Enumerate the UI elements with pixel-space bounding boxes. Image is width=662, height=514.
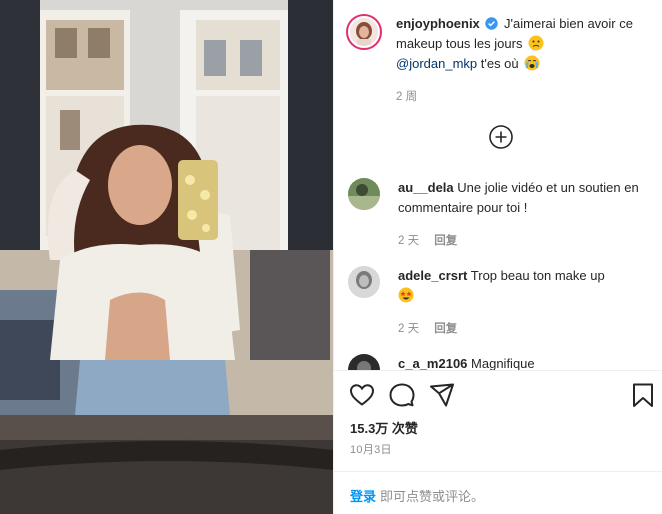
- login-bar: 登录 即可点赞或评论。: [334, 471, 662, 514]
- author-avatar[interactable]: [346, 14, 382, 50]
- comment-avatar-image: [348, 266, 380, 298]
- comment-item: au__dela Une jolie vidéo et un soutien e…: [348, 178, 653, 248]
- instagram-post: enjoyphoenix J'aimerai bien avoir ce mak…: [0, 0, 662, 514]
- comments-scroll[interactable]: enjoyphoenix J'aimerai bien avoir ce mak…: [334, 0, 662, 370]
- author-avatar-image: [350, 18, 378, 46]
- likes-count[interactable]: 15.3万 次赞: [350, 418, 418, 437]
- comment-username[interactable]: au__dela: [398, 180, 454, 195]
- verified-badge-icon: [485, 17, 499, 30]
- caption: enjoyphoenix J'aimerai bien avoir ce mak…: [346, 14, 653, 104]
- crying-face-emoji-icon: [524, 55, 540, 71]
- sad-face-emoji-icon: [528, 35, 544, 51]
- post-actions: 15.3万 次赞 10月3日 登录 即可点赞或评论。: [334, 370, 662, 510]
- login-prompt-text: 即可点赞或评论。: [380, 489, 485, 504]
- share-icon[interactable]: [428, 381, 456, 409]
- comment-avatar-image: [348, 354, 380, 370]
- comment-text: Trop beau ton make up: [470, 268, 605, 283]
- comment-meta: 2 天 回复: [398, 322, 605, 336]
- comment-meta: 2 天 回复: [398, 234, 653, 248]
- post-date: 10月3日: [350, 444, 392, 456]
- comment-icon[interactable]: [388, 381, 416, 409]
- login-link[interactable]: 登录: [350, 489, 376, 504]
- comment-username[interactable]: c_a_m2106: [398, 356, 467, 370]
- heart-icon[interactable]: [348, 381, 376, 409]
- comment-avatar[interactable]: [348, 178, 380, 210]
- comment-item: c_a_m2106 Magnifique: [348, 354, 653, 370]
- caption-time: 2 周: [396, 91, 418, 103]
- comment-item: adele_crsrt Trop beau ton make up 2 天 回复: [348, 266, 653, 336]
- star-struck-emoji-icon: [398, 287, 414, 303]
- reply-button[interactable]: 回复: [434, 235, 457, 247]
- mirror-selfie-image: [0, 0, 333, 514]
- caption-text-2: t'es où: [480, 56, 519, 71]
- comment-text: Magnifique: [471, 356, 535, 370]
- comment-avatar[interactable]: [348, 266, 380, 298]
- comment-username[interactable]: adele_crsrt: [398, 268, 467, 283]
- comment-avatar-image: [348, 178, 380, 210]
- load-more-comments-plus-icon[interactable]: [488, 124, 514, 150]
- comment-time: 2 天: [398, 323, 420, 335]
- bookmark-icon[interactable]: [629, 381, 657, 409]
- comment-time: 2 天: [398, 235, 420, 247]
- post-side-panel: enjoyphoenix J'aimerai bien avoir ce mak…: [333, 0, 662, 514]
- post-media-video[interactable]: [0, 0, 333, 514]
- caption-meta: 2 周: [396, 90, 653, 104]
- comment-avatar[interactable]: [348, 354, 380, 370]
- author-username[interactable]: enjoyphoenix: [396, 16, 480, 31]
- reply-button[interactable]: 回复: [434, 323, 457, 335]
- caption-mention-link[interactable]: @jordan_mkp: [396, 56, 477, 71]
